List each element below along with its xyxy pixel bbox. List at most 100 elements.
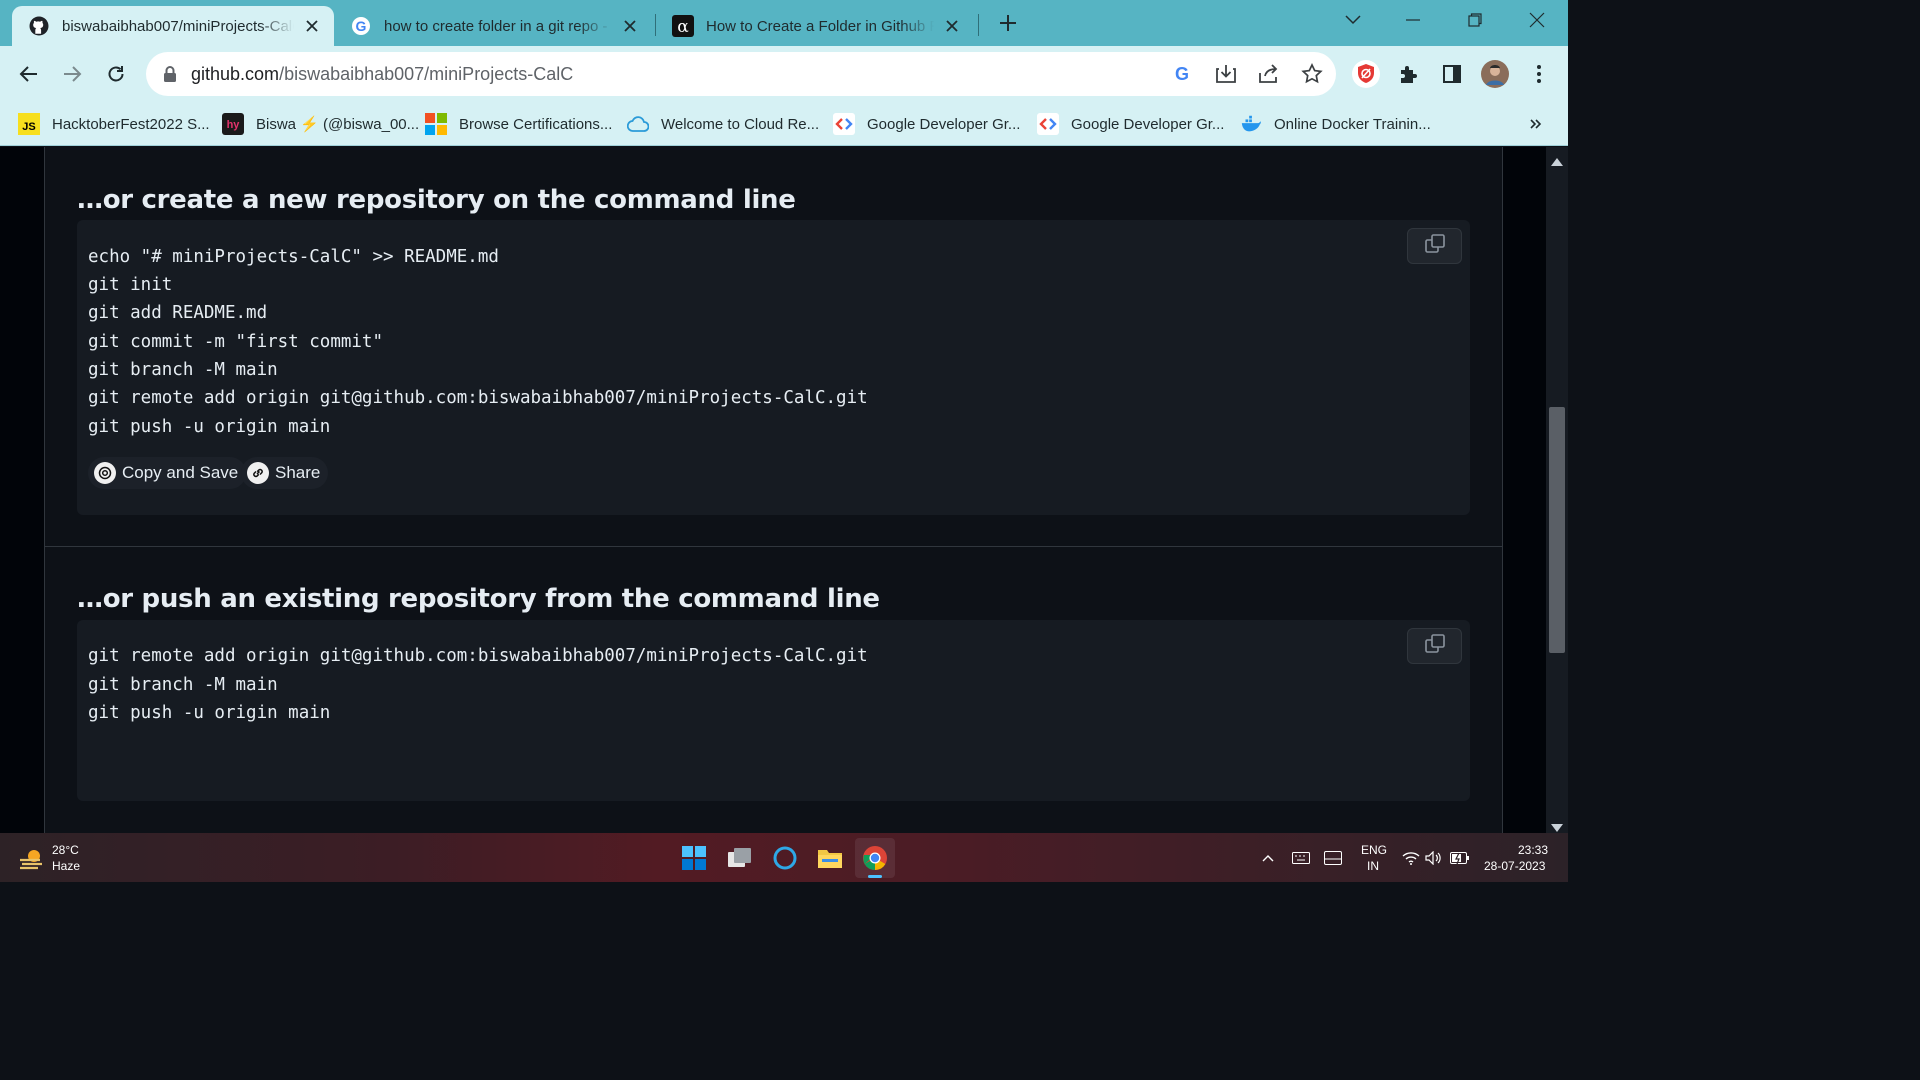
bookmark-label: Biswa ⚡ (@biswa_00... xyxy=(256,116,420,133)
weather-haze-icon xyxy=(18,845,46,878)
copy-save-icon xyxy=(94,462,116,484)
tab-github-repo[interactable]: biswabaibhab007/miniProjects-CalC xyxy=(12,6,334,46)
input-language[interactable]: ENG xyxy=(1361,843,1387,857)
bookmark-item[interactable]: Google Developer Gr... xyxy=(1037,110,1224,138)
code-line[interactable]: git commit -m "first commit" xyxy=(88,332,383,352)
bookmark-label: Browse Certifications... xyxy=(459,115,613,133)
alpha-icon: α xyxy=(672,15,694,37)
code-line[interactable]: git push -u origin main xyxy=(88,417,330,437)
svg-text:G: G xyxy=(1175,64,1189,84)
share-label: Share xyxy=(275,463,321,482)
bookmark-label: Welcome to Cloud Re... xyxy=(661,115,820,133)
url-path: /biswabaibhab007/miniProjects-CalC xyxy=(279,64,574,84)
extensions-puzzle-icon[interactable] xyxy=(1393,58,1425,90)
bookmark-item[interactable]: Online Docker Trainin... xyxy=(1240,110,1431,138)
code-line[interactable]: git add README.md xyxy=(88,303,267,323)
lock-icon[interactable] xyxy=(158,62,182,86)
bookmark-item[interactable]: Google Developer Gr... xyxy=(833,110,1020,138)
close-tab-icon[interactable] xyxy=(300,14,324,38)
section-title-push-existing: …or push an existing repository from the… xyxy=(77,584,880,614)
copy-and-save-label: Copy and Save xyxy=(122,463,239,482)
scroll-up-arrow-icon[interactable] xyxy=(1551,153,1563,171)
plus-icon[interactable] xyxy=(985,3,1031,43)
close-tab-icon[interactable] xyxy=(940,14,964,38)
share-icon[interactable] xyxy=(1257,62,1281,86)
side-panel-icon[interactable] xyxy=(1436,58,1468,90)
bookmark-star-icon[interactable] xyxy=(1300,62,1324,86)
code-block-new-repo[interactable]: echo "# miniProjects-CalC" >> README.md … xyxy=(77,220,1470,515)
code-line[interactable]: git branch -M main xyxy=(88,675,278,695)
active-app-indicator xyxy=(868,875,882,878)
url-host: github.com xyxy=(191,64,280,84)
google-icon: G xyxy=(350,15,372,37)
battery-charging-icon[interactable] xyxy=(1450,848,1470,868)
menu-kebab-icon[interactable] xyxy=(1523,58,1555,90)
tab-google-search[interactable]: G how to create folder in a git repo - G… xyxy=(334,6,652,46)
page-scrollbar[interactable] xyxy=(1546,147,1568,833)
touch-keyboard-icon[interactable] xyxy=(1323,848,1343,868)
minimize-icon[interactable] xyxy=(1390,0,1436,40)
bookmark-item[interactable]: JS HacktoberFest2022 S... xyxy=(18,110,210,138)
google-lens-icon[interactable]: G xyxy=(1170,62,1194,86)
address-bar[interactable]: github.com/biswabaibhab007/miniProjects-… xyxy=(146,52,1336,96)
back-icon[interactable] xyxy=(13,58,45,90)
file-explorer-icon[interactable] xyxy=(810,838,850,878)
reload-icon[interactable] xyxy=(100,58,132,90)
input-region: IN xyxy=(1367,859,1379,873)
code-line[interactable]: echo "# miniProjects-CalC" >> README.md xyxy=(88,247,499,267)
share-button[interactable]: Share xyxy=(241,457,329,489)
copy-to-clipboard-button[interactable] xyxy=(1407,228,1462,264)
code-line[interactable]: git push -u origin main xyxy=(88,703,330,723)
restore-icon[interactable] xyxy=(1452,0,1498,40)
bookmark-label: Google Developer Gr... xyxy=(1071,115,1225,133)
cortana-icon[interactable] xyxy=(765,838,805,878)
install-app-icon[interactable] xyxy=(1214,62,1238,86)
copy-and-save-button[interactable]: Copy and Save xyxy=(88,457,247,489)
code-block-push-existing[interactable]: git remote add origin git@github.com:bis… xyxy=(77,620,1470,801)
close-tab-icon[interactable] xyxy=(618,14,642,38)
gdg-icon xyxy=(833,113,855,135)
chrome-taskbar-icon[interactable] xyxy=(855,838,895,878)
cloud-icon xyxy=(627,113,649,135)
bookmark-item[interactable]: Browse Certifications... xyxy=(425,110,612,138)
weather-temp: 28°C xyxy=(52,843,79,857)
link-icon xyxy=(247,462,269,484)
tab-title: biswabaibhab007/miniProjects-CalC xyxy=(62,17,294,35)
bookmark-item[interactable]: Welcome to Cloud Re... xyxy=(627,110,819,138)
code-line[interactable]: git remote add origin git@github.com:bis… xyxy=(88,646,868,666)
copy-to-clipboard-button[interactable] xyxy=(1407,628,1462,664)
bookmark-label: Google Developer Gr... xyxy=(867,115,1021,133)
wifi-icon[interactable] xyxy=(1401,848,1421,868)
clock-date: 28-07-2023 xyxy=(1484,859,1546,873)
tab-title: How to Create a Folder in Github Reposit… xyxy=(706,17,934,35)
profile-avatar-icon[interactable] xyxy=(1479,58,1511,90)
bookmark-item[interactable]: hy Biswa ⚡ (@biswa_00... xyxy=(222,110,419,138)
browser-window: biswabaibhab007/miniProjects-CalC G how … xyxy=(0,0,1568,882)
clock-time[interactable]: 23:33 xyxy=(1518,843,1548,857)
repo-setup-panel: …or create a new repository on the comma… xyxy=(44,147,1503,833)
volume-icon[interactable] xyxy=(1424,848,1444,868)
keyboard-icon[interactable] xyxy=(1291,848,1311,868)
tab-search-chevron-icon[interactable] xyxy=(1330,0,1376,40)
adblock-shield-icon[interactable] xyxy=(1350,58,1382,90)
code-line[interactable]: git init xyxy=(88,275,172,295)
code-line[interactable]: git remote add origin git@github.com:bis… xyxy=(88,388,868,408)
task-view-icon[interactable] xyxy=(720,838,760,878)
forward-icon[interactable] xyxy=(56,58,88,90)
windows-start-icon[interactable] xyxy=(674,838,714,878)
svg-text:α: α xyxy=(677,17,689,37)
tab-article[interactable]: α How to Create a Folder in Github Repos… xyxy=(656,6,974,46)
scrollbar-thumb[interactable] xyxy=(1549,407,1565,653)
url-text[interactable]: github.com/biswabaibhab007/miniProjects-… xyxy=(191,64,573,85)
browser-toolbar: github.com/biswabaibhab007/miniProjects-… xyxy=(0,46,1568,102)
code-line[interactable]: git branch -M main xyxy=(88,360,278,380)
page-content: …or create a new repository on the comma… xyxy=(0,147,1546,833)
close-window-icon[interactable] xyxy=(1514,0,1560,40)
svg-text:JS: JS xyxy=(22,121,35,133)
windows-taskbar: 28°C Haze ENG IN 23:33 28-07-2023 xyxy=(0,833,1568,882)
show-hidden-icons-chevron-icon[interactable] xyxy=(1258,848,1278,868)
more-bookmarks-chevron-icon[interactable] xyxy=(1530,110,1542,138)
gdg-icon xyxy=(1037,113,1059,135)
weather-condition: Haze xyxy=(52,859,81,873)
svg-text:hy: hy xyxy=(227,119,241,131)
